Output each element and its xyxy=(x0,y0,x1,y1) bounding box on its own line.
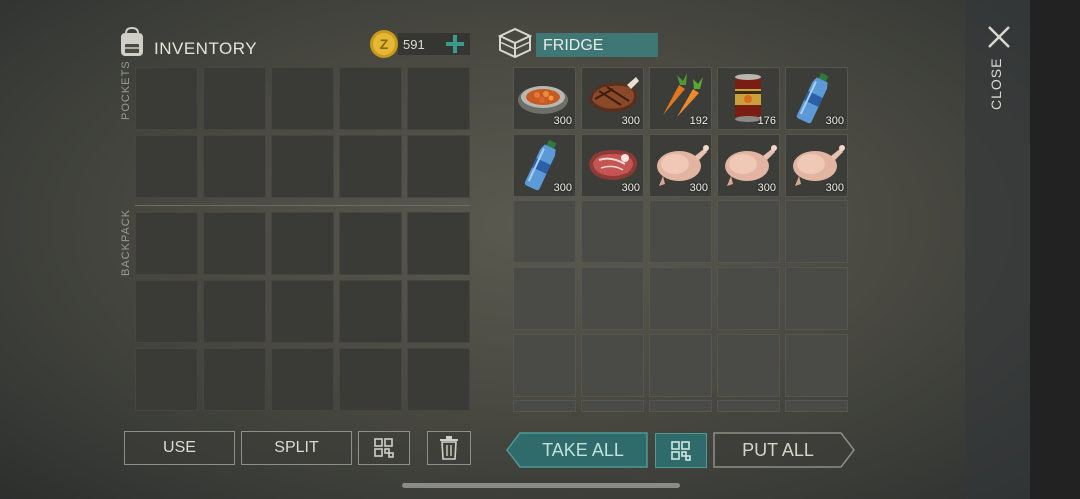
item-quantity: 300 xyxy=(553,182,572,194)
close-label: CLOSE xyxy=(988,57,1004,110)
backpack-slot[interactable] xyxy=(407,212,470,275)
item-quantity: 300 xyxy=(621,115,640,127)
item-quantity: 192 xyxy=(689,115,708,127)
pocket-slot[interactable] xyxy=(135,135,198,198)
backpack-slot[interactable] xyxy=(203,348,266,411)
home-indicator[interactable] xyxy=(402,483,680,488)
container-slot[interactable]: 300 xyxy=(785,67,848,130)
container-slot[interactable] xyxy=(513,267,576,330)
item-quantity: 300 xyxy=(621,182,640,194)
container-slot[interactable] xyxy=(649,200,712,263)
container-slot[interactable]: 300 xyxy=(581,134,644,197)
split-button[interactable]: SPLIT xyxy=(241,431,352,465)
svg-text:Z: Z xyxy=(380,36,389,52)
backpack-slot[interactable] xyxy=(271,280,334,343)
pocket-slot[interactable] xyxy=(339,67,402,130)
container-slot[interactable]: 300 xyxy=(513,134,576,197)
container-slot[interactable] xyxy=(717,400,780,412)
put-all-label: PUT ALL xyxy=(742,440,814,460)
item-quantity: 300 xyxy=(689,182,708,194)
container-slot[interactable] xyxy=(581,200,644,263)
backpack-label: BACKPACK xyxy=(120,208,132,276)
container-slot[interactable]: 300 xyxy=(581,67,644,130)
backpack-slot[interactable] xyxy=(339,280,402,343)
pocket-slot[interactable] xyxy=(271,67,334,130)
close-button[interactable]: CLOSE xyxy=(984,22,1014,112)
container-slot[interactable] xyxy=(785,400,848,412)
put-all-button[interactable]: PUT ALL xyxy=(713,432,856,468)
container-slot[interactable] xyxy=(717,267,780,330)
take-all-label: TAKE ALL xyxy=(542,440,624,460)
container-slot[interactable] xyxy=(785,334,848,397)
container-slot[interactable]: 300 xyxy=(513,67,576,130)
backpack-slot[interactable] xyxy=(203,212,266,275)
backpack-slot[interactable] xyxy=(135,212,198,275)
container-slot[interactable] xyxy=(513,200,576,263)
pocket-slot[interactable] xyxy=(407,135,470,198)
backpack-slot[interactable] xyxy=(271,348,334,411)
container-slot[interactable]: 300 xyxy=(785,134,848,197)
pocket-slot[interactable] xyxy=(339,135,402,198)
container-slot[interactable] xyxy=(581,400,644,412)
backpack-slot[interactable] xyxy=(135,280,198,343)
container-slot[interactable] xyxy=(513,334,576,397)
take-all-button[interactable]: TAKE ALL xyxy=(506,432,648,468)
container-slot[interactable]: 176 xyxy=(717,67,780,130)
container-slot[interactable] xyxy=(649,400,712,412)
pocket-slot[interactable] xyxy=(203,67,266,130)
close-icon xyxy=(988,26,1010,48)
container-title: FRIDGE xyxy=(543,37,604,54)
container-slot[interactable]: 300 xyxy=(649,134,712,197)
plus-icon xyxy=(446,35,464,53)
backpack-icon xyxy=(117,26,147,58)
coin-icon: Z xyxy=(369,29,399,59)
backpack-slot[interactable] xyxy=(339,348,402,411)
container-slot[interactable] xyxy=(513,400,576,412)
pockets-label: POCKETS xyxy=(120,60,132,120)
grid-sort-icon xyxy=(671,440,691,461)
section-divider xyxy=(135,205,470,206)
coin-count: 591 xyxy=(403,37,425,52)
container-slot[interactable] xyxy=(581,267,644,330)
sort-container-button[interactable] xyxy=(655,433,707,468)
backpack-slot[interactable] xyxy=(135,348,198,411)
pocket-slot[interactable] xyxy=(203,135,266,198)
add-coins-button[interactable] xyxy=(444,33,466,55)
backpack-slot[interactable] xyxy=(407,280,470,343)
pocket-slot[interactable] xyxy=(271,135,334,198)
item-quantity: 300 xyxy=(825,182,844,194)
backpack-slot[interactable] xyxy=(339,212,402,275)
container-slot[interactable] xyxy=(785,267,848,330)
container-slot[interactable] xyxy=(581,334,644,397)
container-icon xyxy=(497,27,533,59)
container-slot[interactable] xyxy=(717,200,780,263)
container-slot[interactable] xyxy=(785,200,848,263)
trash-icon xyxy=(440,436,458,460)
backpack-slot[interactable] xyxy=(203,280,266,343)
container-slot[interactable] xyxy=(649,334,712,397)
container-slot[interactable]: 300 xyxy=(717,134,780,197)
backpack-slot[interactable] xyxy=(407,348,470,411)
container-slot[interactable] xyxy=(649,267,712,330)
container-slot[interactable] xyxy=(717,334,780,397)
pocket-slot[interactable] xyxy=(135,67,198,130)
item-quantity: 300 xyxy=(825,115,844,127)
sort-inventory-button[interactable] xyxy=(358,431,410,465)
pocket-slot[interactable] xyxy=(407,67,470,130)
screen-edge xyxy=(1030,0,1080,499)
item-quantity: 300 xyxy=(757,182,776,194)
container-slot[interactable]: 192 xyxy=(649,67,712,130)
use-button[interactable]: USE xyxy=(124,431,235,465)
delete-item-button[interactable] xyxy=(427,431,471,465)
item-quantity: 176 xyxy=(757,115,776,127)
grid-sort-icon xyxy=(374,438,394,458)
backpack-slot[interactable] xyxy=(271,212,334,275)
item-quantity: 300 xyxy=(553,115,572,127)
inventory-title: INVENTORY xyxy=(154,39,258,58)
